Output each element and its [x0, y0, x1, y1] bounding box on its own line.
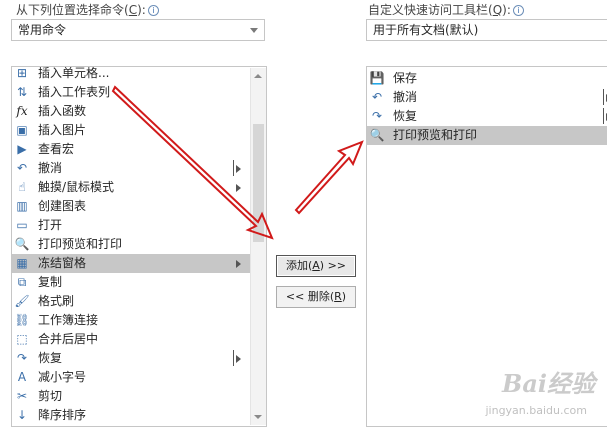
- workbook-connections-icon: ⛓: [14, 313, 30, 327]
- freeze-panes-icon: ▦: [16, 256, 28, 270]
- format-painter-icon: 🖌: [14, 294, 30, 308]
- list-item-label: 保存: [393, 71, 418, 85]
- list-item-label: 打印预览和打印: [393, 128, 478, 142]
- list-item[interactable]: ☝ 触摸/鼠标模式: [12, 178, 250, 197]
- list-item-label: 插入单元格...: [38, 66, 110, 80]
- list-item[interactable]: ↷ 恢复: [367, 107, 607, 126]
- cut-icon: ✂: [16, 389, 28, 403]
- baidu-watermark: Bai经验: [502, 369, 595, 398]
- list-item[interactable]: ⇅ 插入工作表列: [12, 83, 250, 102]
- list-item[interactable]: ▶ 查看宏: [12, 140, 250, 159]
- quick-access-toolbar-label: 自定义快速访问工具栏(Q): i: [368, 1, 524, 18]
- list-item-label: 插入图片: [38, 123, 87, 137]
- function-icon: fx: [16, 104, 28, 118]
- submenu-arrow-icon: [236, 355, 241, 363]
- submenu-arrow-icon: [236, 165, 241, 173]
- insert-cell-icon: ⊞: [16, 66, 28, 80]
- list-item-label: 打印预览和打印: [38, 237, 123, 251]
- separator: [603, 108, 604, 124]
- print-preview-icon: 🔍: [369, 128, 385, 142]
- list-item-label: 撤消: [393, 90, 418, 104]
- merge-center-icon: ⬚: [16, 332, 28, 346]
- list-item[interactable]: ⛓ 工作簿连接: [12, 311, 250, 330]
- list-item[interactable]: ▦ 冻结窗格: [12, 254, 250, 273]
- separator: [233, 350, 234, 366]
- list-item-label: 恢复: [38, 351, 63, 365]
- picture-icon: ▣: [16, 123, 28, 137]
- open-folder-icon: ▭: [16, 218, 28, 232]
- list-item-label: 复制: [38, 275, 63, 289]
- submenu-arrow-icon: [236, 184, 241, 192]
- list-item-label: 工作簿连接: [38, 313, 99, 327]
- decrease-font-icon: A: [17, 370, 27, 384]
- list-item[interactable]: ✂ 剪切: [12, 387, 250, 406]
- list-item[interactable]: fx 插入函数: [12, 102, 250, 121]
- info-icon[interactable]: i: [147, 5, 159, 16]
- list-item[interactable]: ↶ 撤消: [367, 88, 607, 107]
- scroll-thumb[interactable]: [253, 124, 264, 242]
- touch-mode-icon: ☝: [18, 180, 26, 194]
- undo-icon: ↶: [16, 161, 28, 175]
- list-item[interactable]: ▣ 插入图片: [12, 121, 250, 140]
- add-button[interactable]: 添加(A) >>: [276, 255, 356, 277]
- list-item-label: 恢复: [393, 109, 418, 123]
- toolbar-scope-value: 用于所有文档(默认): [373, 23, 479, 37]
- info-icon[interactable]: i: [512, 5, 524, 16]
- list-item-label: 创建图表: [38, 199, 87, 213]
- sort-desc-icon: ↓: [16, 408, 28, 422]
- list-item[interactable]: A 减小字号: [12, 368, 250, 387]
- list-item-label: 冻结窗格: [38, 256, 87, 270]
- list-item-label: 格式刷: [38, 294, 75, 308]
- left-list-scrollbar[interactable]: [250, 68, 266, 425]
- list-item-label: 减小字号: [38, 370, 87, 384]
- redo-icon: ↷: [371, 109, 383, 123]
- list-item-label: 合并后居中: [38, 332, 99, 346]
- list-item[interactable]: ⊞ 插入单元格...: [12, 66, 250, 83]
- list-item[interactable]: ⬚ 合并后居中: [12, 330, 250, 349]
- macro-icon: ▶: [17, 142, 27, 156]
- list-item[interactable]: 🖌 格式刷: [12, 292, 250, 311]
- list-item[interactable]: ⧉ 复制: [12, 273, 250, 292]
- chart-icon: ▥: [16, 199, 28, 213]
- list-item[interactable]: 🔍 打印预览和打印: [367, 126, 607, 145]
- copy-icon: ⧉: [17, 275, 27, 289]
- list-item[interactable]: ↷ 恢复: [12, 349, 250, 368]
- list-item-label: 剪切: [38, 389, 63, 403]
- list-item[interactable]: 🔍 打印预览和打印: [12, 235, 250, 254]
- scroll-up-icon[interactable]: [254, 74, 262, 78]
- commands-source-value: 常用命令: [18, 23, 67, 37]
- list-item-label: 降序排序: [38, 408, 87, 422]
- list-item-label: 插入函数: [38, 104, 87, 118]
- toolbar-scope-dropdown[interactable]: 用于所有文档(默认): [366, 19, 607, 41]
- redo-icon: ↷: [16, 351, 28, 365]
- list-item[interactable]: 💾 保存: [367, 69, 607, 88]
- left-commands-label: 从下列位置选择命令(C): i: [16, 1, 159, 18]
- list-item-label: 打开: [38, 218, 63, 232]
- annotation-arrow-to-list: [294, 140, 364, 215]
- commands-source-dropdown[interactable]: 常用命令: [11, 19, 265, 41]
- list-item-label: 查看宏: [38, 142, 75, 156]
- chevron-down-icon: [250, 28, 258, 33]
- list-item[interactable]: ↓ 降序排序: [12, 406, 250, 425]
- list-item-label: 触摸/鼠标模式: [38, 180, 115, 194]
- insert-column-icon: ⇅: [16, 85, 28, 99]
- list-item-label: 插入工作表列: [38, 85, 111, 99]
- print-preview-icon: 🔍: [14, 237, 30, 251]
- remove-button[interactable]: << 删除(R): [276, 286, 356, 308]
- list-item-label: 撤消: [38, 161, 63, 175]
- separator: [603, 89, 604, 105]
- list-item[interactable]: ↶ 撤消: [12, 159, 250, 178]
- submenu-arrow-icon: [236, 260, 241, 268]
- scroll-down-icon[interactable]: [254, 415, 262, 419]
- save-icon: 💾: [369, 71, 385, 85]
- list-item[interactable]: ▥ 创建图表: [12, 197, 250, 216]
- undo-icon: ↶: [371, 90, 383, 104]
- list-item[interactable]: ▭ 打开: [12, 216, 250, 235]
- available-commands-list[interactable]: ⊞ 插入单元格... ⇅ 插入工作表列 fx 插入函数 ▣ 插入图片 ▶ 查看宏 ↶ 撤消 ☝ 触摸/鼠标…: [11, 66, 267, 427]
- separator: [233, 160, 234, 176]
- watermark-url: jingyan.baidu.com: [485, 404, 587, 417]
